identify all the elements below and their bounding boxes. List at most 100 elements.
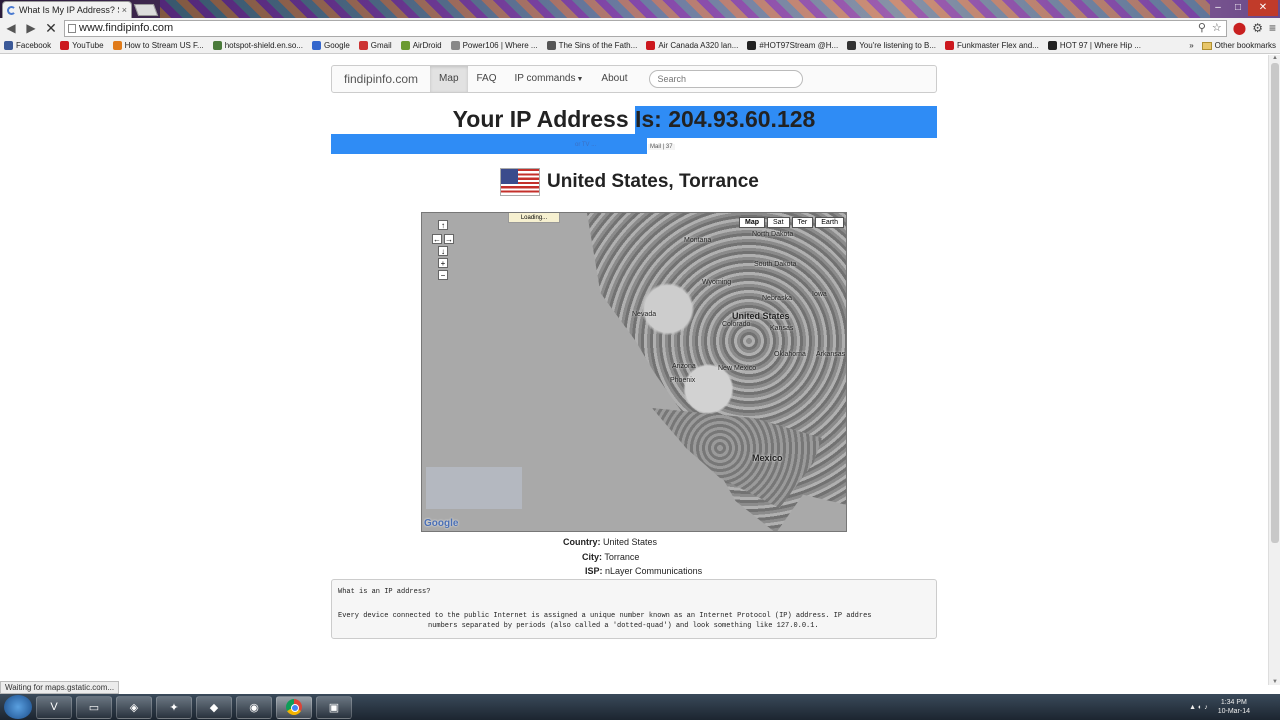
taskbar-app-v[interactable]: V [36, 695, 72, 719]
map-type-earth[interactable]: Earth [815, 217, 844, 228]
zoom-out-icon[interactable]: − [438, 270, 448, 280]
taskbar-app-explorer[interactable]: ▭ [76, 695, 112, 719]
bookmark-item[interactable]: Gmail [358, 41, 392, 50]
status-bubble: Waiting for maps.gstatic.com... [0, 681, 120, 694]
window-close-icon[interactable]: ✕ [1248, 0, 1278, 16]
pan-down-icon[interactable]: ↓ [438, 246, 448, 256]
forward-icon[interactable]: ▶ [24, 21, 38, 35]
minimize-icon[interactable]: – [1208, 0, 1228, 16]
tab-close-icon[interactable]: × [122, 5, 127, 15]
map-land [587, 213, 846, 531]
bookmark-favicon-icon [4, 41, 13, 50]
loading-spinner-icon [7, 5, 16, 15]
bookmark-label: AirDroid [412, 41, 442, 50]
nav-faq[interactable]: FAQ [468, 65, 506, 93]
scrollbar-thumb[interactable] [1271, 63, 1279, 543]
bookmark-item[interactable]: Funkmaster Flex and... [945, 41, 1039, 50]
bookmark-label: The Sins of the Fath... [558, 41, 638, 50]
browser-tab[interactable]: What Is My IP Address? Sh × [2, 1, 132, 18]
ip-address-heading: Your IP Address Is: 204.93.60.128 [452, 106, 816, 132]
location-pin-icon[interactable]: ⚲ [1198, 21, 1206, 36]
maximize-icon[interactable]: □ [1228, 0, 1248, 16]
bookmark-item[interactable]: AirDroid [400, 41, 442, 50]
bookmark-label: Google [324, 41, 350, 50]
map-type-controls: Map Sat Ter Earth [739, 217, 844, 228]
taskbar-app-chrome[interactable] [276, 695, 312, 719]
bookmark-favicon-icon [112, 41, 122, 50]
other-bookmarks[interactable]: Other bookmarks [1201, 41, 1276, 50]
bookmark-label: hotspot-shield.en.so... [224, 41, 303, 50]
bookmark-item[interactable]: Power106 | Where ... [450, 41, 538, 50]
map-type-map[interactable]: Map [739, 217, 766, 228]
mini-toolbar-button[interactable]: Mail | 37 [648, 144, 675, 150]
map-label: Mexico [752, 453, 783, 463]
nav-map[interactable]: Map [430, 66, 468, 92]
nav-ip-commands[interactable]: IP commands▼ [506, 65, 593, 93]
bookmark-item[interactable]: HOT 97 | Where Hip ... [1047, 41, 1141, 50]
map-label: Wyoming [702, 279, 732, 286]
info-city: City: Torrance [582, 552, 639, 562]
scroll-up-icon[interactable]: ▲ [1272, 55, 1278, 61]
extension-icon[interactable]: ⬤ [1233, 21, 1246, 35]
bookmarks-overflow-icon[interactable]: » [1189, 41, 1193, 50]
bookmark-item[interactable]: The Sins of the Fath... [546, 41, 638, 50]
bookmark-item[interactable]: #HOT97Stream @H... [747, 41, 838, 50]
nav-about[interactable]: About [592, 65, 636, 93]
search-input[interactable] [648, 70, 803, 88]
back-icon[interactable]: ◀ [4, 21, 18, 35]
page-icon [68, 23, 76, 33]
page-scrollbar[interactable]: ▲ ▼ [1268, 55, 1280, 685]
article-line: numbers separated by periods (also calle… [428, 622, 819, 630]
us-flag-icon [500, 168, 540, 196]
isp-label: ISP: [585, 566, 603, 576]
map-type-ter[interactable]: Ter [791, 217, 814, 228]
caret-down-icon: ▼ [576, 76, 584, 83]
bookmark-item[interactable]: Google [312, 41, 350, 50]
taskbar-app-shield[interactable]: ◆ [196, 695, 232, 719]
bookmark-item[interactable]: Air Canada A320 lan... [646, 41, 738, 50]
bookmark-label: You're listening to B... [859, 41, 937, 50]
taskbar-app-tool[interactable]: ✦ [156, 695, 192, 719]
bookmark-item[interactable]: hotspot-shield.en.so... [212, 41, 303, 50]
bookmark-star-icon[interactable]: ☆ [1212, 21, 1222, 36]
address-bar[interactable]: www.findipinfo.com ⚲ ☆ [64, 19, 1227, 37]
chrome-menu-icon[interactable]: ≡ [1269, 21, 1276, 35]
tray-icons[interactable]: ▲ ◐ ♪ [1189, 704, 1208, 711]
city-value: Torrance [604, 552, 640, 562]
pan-left-icon[interactable]: ← [432, 234, 442, 244]
google-logo: Google [424, 518, 459, 529]
bookmark-favicon-icon [1047, 41, 1057, 50]
scroll-down-icon[interactable]: ▼ [1272, 679, 1278, 685]
bookmark-label: Air Canada A320 lan... [658, 41, 739, 50]
clock[interactable]: 1:34 PM 10-Mar-14 [1218, 698, 1250, 716]
taskbar-app-q[interactable]: ◉ [236, 695, 272, 719]
taskbar-app-media[interactable]: ◈ [116, 695, 152, 719]
map-label: South Dakota [754, 261, 797, 268]
stop-loading-icon[interactable]: ✕ [44, 20, 58, 37]
bookmark-favicon-icon [400, 41, 410, 50]
bookmark-item[interactable]: How to Stream US F... [112, 41, 204, 50]
windows-taskbar: V ▭ ◈ ✦ ◆ ◉ ▣ ▲ ◐ ♪ 1:34 PM 10-Mar-14 [0, 694, 1280, 720]
bookmark-item[interactable]: You're listening to B... [847, 41, 936, 50]
article-line: Every device connected to the public Int… [338, 612, 872, 620]
new-tab-button[interactable] [133, 4, 159, 16]
text-selection-highlight [331, 134, 647, 154]
clock-date: 10-Mar-14 [1217, 708, 1250, 715]
extension-gear-icon[interactable]: ⚙ [1252, 21, 1263, 35]
location-text: United States, Torrance [547, 171, 759, 192]
bookmark-favicon-icon [212, 41, 222, 50]
bookmark-favicon-icon [646, 41, 656, 50]
start-button[interactable] [4, 695, 32, 719]
site-navbar: findipinfo.com Map FAQ IP commands▼ Abou… [331, 65, 937, 93]
window-controls: – □ ✕ [1208, 0, 1278, 16]
google-map[interactable]: Montana North Dakota South Dakota Wyomin… [421, 212, 847, 532]
taskbar-app-misc[interactable]: ▣ [316, 695, 352, 719]
bookmark-favicon-icon [847, 41, 857, 50]
pan-up-icon[interactable]: ↑ [438, 220, 448, 230]
pan-right-icon[interactable]: → [444, 234, 454, 244]
map-type-sat[interactable]: Sat [767, 217, 790, 228]
bookmark-item[interactable]: YouTube [60, 41, 104, 50]
bookmark-item[interactable]: Facebook [4, 41, 51, 50]
zoom-in-icon[interactable]: + [438, 258, 448, 268]
site-brand[interactable]: findipinfo.com [332, 72, 430, 86]
